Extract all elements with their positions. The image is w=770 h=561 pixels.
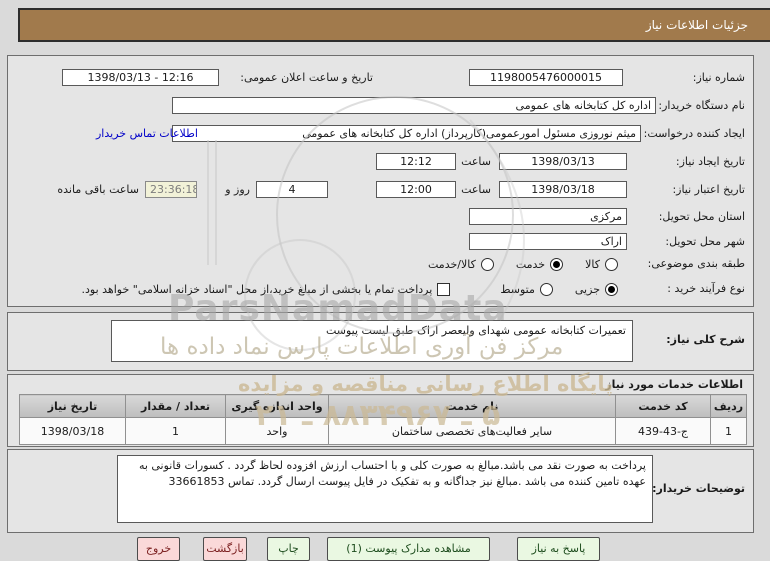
- buyer-org-label: نام دستگاه خریدار:: [658, 99, 745, 112]
- cell-service-code: ج-43-439: [615, 417, 711, 445]
- respond-to-need-button[interactable]: پاسخ به نیاز: [517, 537, 600, 561]
- city-label: شهر محل تحویل:: [665, 235, 745, 248]
- radio-icon[interactable]: [605, 257, 618, 271]
- category-option-goods-service[interactable]: کالا/خدمت: [428, 257, 494, 271]
- need-details-page: { "title_bar": { "text": "جزئیات اطلاعات…: [0, 0, 770, 561]
- back-button[interactable]: بازگشت: [203, 537, 247, 561]
- process-type-options: جزیی متوسط پرداخت تمام یا بخشی از مبلغ خ…: [66, 280, 618, 298]
- col-need-date: تاریخ نیاز: [19, 394, 126, 418]
- radio-icon[interactable]: [480, 257, 494, 271]
- buyer-notes-field[interactable]: پرداخت به صورت نقد می باشد.مبالغ به صورت…: [117, 455, 653, 523]
- col-quantity: تعداد / مقدار: [125, 394, 226, 418]
- services-table-header-row: ردیف کد خدمت نام خدمت واحد اندازه گیری ت…: [19, 394, 747, 418]
- cell-unit: واحد: [225, 417, 329, 445]
- services-panel: اطلاعات خدمات مورد نیاز ردیف کد خدمت نام…: [7, 374, 754, 447]
- remaining-days-label: روز و: [225, 183, 250, 196]
- category-option-goods[interactable]: کالا: [585, 257, 618, 271]
- category-option-service[interactable]: خدمت: [515, 257, 564, 271]
- checkbox-icon[interactable]: [437, 282, 451, 296]
- col-service-name: نام خدمت: [328, 394, 616, 418]
- cell-service-name: سایر فعالیت‌های تخصصی ساختمان: [328, 417, 616, 445]
- col-row-number: ردیف: [710, 394, 747, 418]
- cell-need-date: 1398/03/18: [19, 417, 126, 445]
- request-creator-field[interactable]: میثم نوروزی مسئول امورعمومی(کارپرداز) اد…: [172, 125, 641, 142]
- treasury-payment-option[interactable]: پرداخت تمام یا بخشی از مبلغ خرید،از محل …: [81, 282, 451, 296]
- exit-button[interactable]: خروج: [137, 537, 180, 561]
- cell-row-number: 1: [710, 417, 747, 445]
- need-info-panel: شماره نیاز: 1198005476000015 تاریخ و ساع…: [7, 55, 754, 307]
- services-header: اطلاعات خدمات مورد نیاز: [605, 378, 743, 391]
- category-options: کالا خدمت کالا/خدمت: [412, 255, 618, 273]
- services-table: ردیف کد خدمت نام خدمت واحد اندازه گیری ت…: [19, 394, 747, 445]
- radio-icon[interactable]: [605, 282, 618, 296]
- expire-hour-label: ساعت: [461, 183, 491, 196]
- col-service-code: کد خدمت: [615, 394, 711, 418]
- remaining-time-countdown: 23:36:18: [145, 181, 197, 198]
- treasury-payment-label: پرداخت تمام یا بخشی از مبلغ خرید،از محل …: [81, 282, 433, 296]
- radio-icon[interactable]: [539, 282, 553, 296]
- need-number-field[interactable]: 1198005476000015: [469, 69, 623, 86]
- process-option-medium[interactable]: متوسط: [500, 282, 553, 296]
- table-row: 1 ج-43-439 سایر فعالیت‌های تخصصی ساختمان…: [19, 417, 747, 445]
- create-time-field[interactable]: 12:12: [376, 153, 456, 170]
- announce-datetime-label: تاریخ و ساعت اعلان عمومی:: [240, 71, 373, 84]
- need-description-panel: شرح کلی نیاز: تعمیرات کتابخانه عمومی شهد…: [7, 312, 754, 371]
- process-type-label: نوع فرآیند خرید :: [667, 282, 745, 295]
- province-label: استان محل تحویل:: [658, 210, 745, 223]
- category-label: طبقه بندی موضوعی:: [647, 257, 745, 270]
- province-field[interactable]: مرکزی: [469, 208, 627, 225]
- announce-datetime-field[interactable]: 1398/03/13 - 12:16: [62, 69, 219, 86]
- print-button[interactable]: چاپ: [267, 537, 310, 561]
- category-option-label: کالا: [585, 257, 600, 271]
- buyer-contact-link[interactable]: اطلاعات تماس خریدار: [96, 125, 198, 143]
- description-field[interactable]: تعمیرات کتابخانه عمومی شهدای ولیعصر اراک…: [111, 320, 633, 362]
- buyer-org-field[interactable]: اداره کل کتابخانه های عمومی: [172, 97, 656, 114]
- col-unit: واحد اندازه گیری: [225, 394, 329, 418]
- create-date-field[interactable]: 1398/03/13: [499, 153, 627, 170]
- process-option-minor[interactable]: جزیی: [574, 282, 618, 296]
- remaining-time-label: ساعت باقی مانده: [57, 183, 139, 196]
- need-number-label: شماره نیاز:: [692, 71, 745, 84]
- city-field[interactable]: اراک: [469, 233, 627, 250]
- view-attachments-button[interactable]: مشاهده مدارک پیوست (1): [327, 537, 490, 561]
- create-hour-label: ساعت: [461, 155, 491, 168]
- expire-date-label: تاریخ اعتبار نیاز:: [672, 183, 745, 196]
- category-option-label: کالا/خدمت: [428, 257, 476, 271]
- description-label: شرح کلی نیاز:: [666, 333, 745, 346]
- expire-time-field[interactable]: 12:00: [376, 181, 456, 198]
- radio-icon[interactable]: [550, 257, 564, 271]
- buyer-notes-panel: توضیحات خریدار: پرداخت به صورت نقد می با…: [7, 449, 754, 533]
- buyer-notes-label: توضیحات خریدار:: [652, 482, 745, 495]
- page-title: جزئیات اطلاعات نیاز: [18, 8, 770, 42]
- process-option-label: جزیی: [574, 282, 600, 296]
- request-creator-label: ایجاد کننده درخواست:: [643, 127, 745, 140]
- process-option-label: متوسط: [500, 282, 535, 296]
- remaining-days-field[interactable]: 4: [256, 181, 328, 198]
- category-option-label: خدمت: [515, 257, 546, 271]
- cell-quantity: 1: [125, 417, 226, 445]
- expire-date-field[interactable]: 1398/03/18: [499, 181, 627, 198]
- create-date-label: تاریخ ایجاد نیاز:: [675, 155, 745, 168]
